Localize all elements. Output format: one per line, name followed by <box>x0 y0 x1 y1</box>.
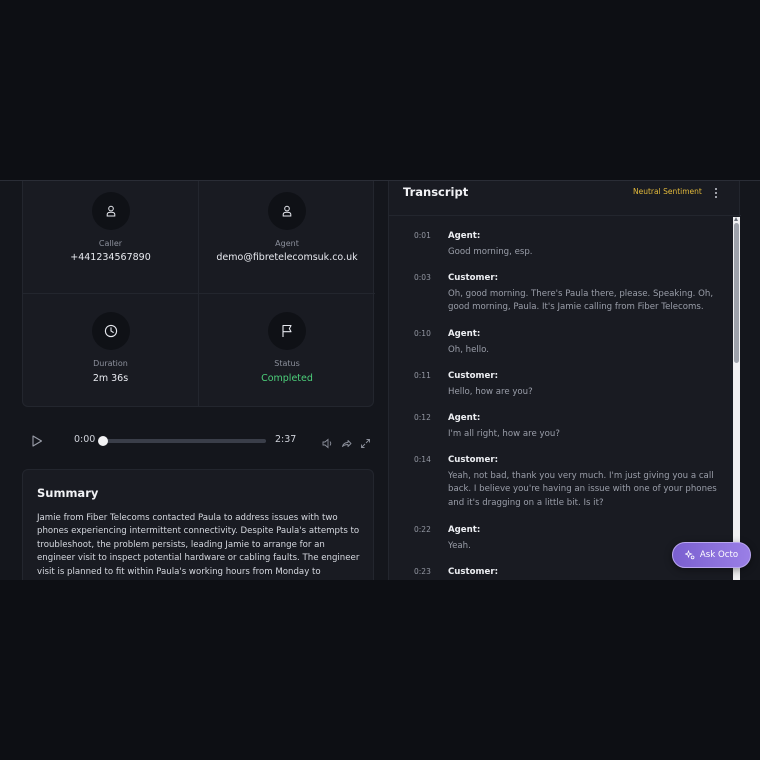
status-cell: Status Completed <box>199 287 375 407</box>
agent-label: Agent <box>275 239 299 248</box>
share-icon <box>342 440 352 447</box>
entry-speaker: Customer: <box>448 455 499 465</box>
clock-icon <box>92 312 130 350</box>
expand-icon <box>361 439 370 448</box>
agent-value: demo@fibretelecomsuk.co.uk <box>216 252 358 263</box>
summary-card: Summary Jamie from Fiber Telecoms contac… <box>22 469 374 580</box>
play-icon <box>32 435 43 447</box>
transcript-list: 0:01 Agent: Good morning, esp. 0:03 Cust… <box>389 217 733 580</box>
expand-button[interactable] <box>360 434 371 448</box>
entry-speaker: Agent: <box>448 329 481 339</box>
total-time: 2:37 <box>275 434 297 445</box>
summary-title: Summary <box>37 486 99 500</box>
user-icon <box>92 192 130 230</box>
duration-cell: Duration 2m 36s <box>23 287 199 407</box>
share-button[interactable] <box>341 434 352 447</box>
caller-label: Caller <box>98 239 123 248</box>
entry-time: 0:10 <box>414 329 431 338</box>
current-time: 0:00 <box>74 434 96 445</box>
summary-text: Jamie from Fiber Telecoms contacted Paul… <box>37 513 360 577</box>
ask-octo-label: Ask Octo <box>699 550 739 560</box>
entry-text: Oh, good morning. There's Paula there, p… <box>448 289 714 313</box>
sentiment-badge: Neutral Sentiment <box>633 187 702 196</box>
call-info-card: Caller +441234567890 Agent demo@fibretel… <box>22 181 375 407</box>
seek-handle[interactable] <box>98 436 108 446</box>
entry-speaker: Customer: <box>448 371 499 381</box>
entry-time: 0:11 <box>414 371 431 380</box>
volume-icon <box>322 438 332 449</box>
scroll-thumb[interactable] <box>734 223 739 363</box>
user-icon <box>268 192 306 230</box>
entry-speaker: Agent: <box>448 525 481 535</box>
entry-speaker: Customer: <box>448 273 499 283</box>
caller-cell: Caller +441234567890 <box>23 181 199 294</box>
audio-player: 0:00 2:37 <box>22 427 374 453</box>
more-options-button[interactable] <box>711 185 721 199</box>
seek-bar[interactable] <box>102 439 266 443</box>
status-label: Status <box>274 359 300 368</box>
entry-text: Yeah, not bad, thank you very much. I'm … <box>448 471 717 508</box>
entry-speaker: Agent: <box>448 413 481 423</box>
duration-label: Duration <box>93 359 128 368</box>
entry-speaker: Customer: <box>448 567 499 577</box>
entry-time: 0:14 <box>414 455 431 464</box>
caller-value: +441234567890 <box>70 252 151 263</box>
entry-time: 0:23 <box>414 567 431 576</box>
play-button[interactable] <box>30 433 44 447</box>
entry-time: 0:22 <box>414 525 431 534</box>
entry-time: 0:03 <box>414 273 431 282</box>
entry-text: Oh, hello. <box>448 345 490 355</box>
volume-button[interactable] <box>322 434 333 449</box>
call-detail-view: Caller +441234567890 Agent demo@fibretel… <box>0 180 760 580</box>
ask-octo-button[interactable]: Ask Octo <box>672 542 751 568</box>
transcript-scrollbar[interactable] <box>733 217 740 580</box>
flag-icon <box>268 312 306 350</box>
entry-text: Good morning, esp. <box>448 247 533 257</box>
sparkle-icon <box>684 550 695 560</box>
duration-value: 2m 36s <box>92 373 129 384</box>
entry-time: 0:12 <box>414 413 431 422</box>
scroll-up-icon[interactable] <box>734 217 738 221</box>
entry-speaker: Agent: <box>448 231 481 241</box>
transcript-header: Transcript Neutral Sentiment <box>389 181 741 216</box>
transcript-title: Transcript <box>403 185 469 199</box>
status-value: Completed <box>261 373 313 384</box>
entry-time: 0:01 <box>414 231 431 240</box>
transcript-panel: Transcript Neutral Sentiment 0:01 Agent:… <box>388 181 741 580</box>
more-vertical-icon <box>715 188 717 198</box>
entry-text: Hello, how are you? <box>448 387 533 397</box>
agent-cell: Agent demo@fibretelecomsuk.co.uk <box>199 181 375 294</box>
entry-text: I'm all right, how are you? <box>448 429 560 439</box>
